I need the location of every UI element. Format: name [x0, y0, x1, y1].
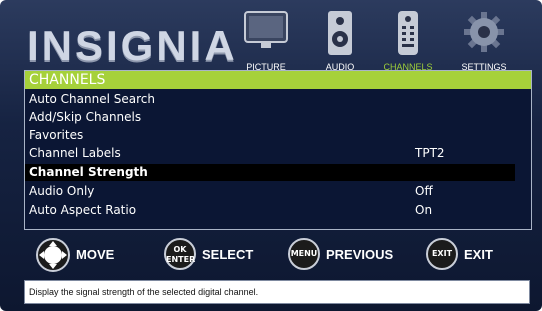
menu-item-favorites[interactable]: Favorites — [25, 127, 515, 144]
tv-menu-screen: INSIGNIA PICTURE AUDIO CHANNELS SETTINGS… — [0, 0, 542, 311]
exit-button-icon: EXIT — [426, 238, 458, 270]
tv-icon — [244, 11, 288, 48]
menu-item-add-skip-channels[interactable]: Add/Skip Channels — [25, 109, 515, 126]
menu-item-label: Add/Skip Channels — [29, 110, 142, 124]
menu-item-channel-labels[interactable]: Channel Labels TPT2 — [25, 145, 515, 162]
menu-item-value: Off — [415, 184, 433, 198]
ok-enter-button-text: OK ENTER — [166, 245, 196, 264]
menu-item-label: Auto Channel Search — [29, 92, 155, 106]
tab-audio[interactable]: AUDIO — [302, 10, 378, 72]
exit-button-text: EXIT — [431, 249, 453, 258]
dpad-icon — [36, 238, 70, 272]
remote-icon — [398, 11, 418, 55]
menu-button-icon: MENU — [288, 238, 320, 270]
gear-icon — [464, 12, 504, 52]
menu-item-label: Auto Aspect Ratio — [29, 203, 137, 217]
control-move-label: MOVE — [76, 247, 115, 262]
menu-item-label: Favorites — [29, 128, 84, 142]
menu-item-label: Channel Strength — [29, 165, 148, 179]
menu-item-label: Channel Labels — [29, 146, 121, 160]
menu-item-auto-channel-search[interactable]: Auto Channel Search — [25, 91, 515, 108]
channels-menu: CHANNELS Auto Channel Search Add/Skip Ch… — [24, 70, 532, 230]
control-select-label: SELECT — [202, 247, 254, 262]
ok-enter-button-icon: OK ENTER — [164, 238, 196, 270]
menu-item-audio-only[interactable]: Audio Only Off — [25, 183, 515, 200]
help-description: Display the signal strength of the selec… — [24, 280, 530, 304]
menu-button-text: MENU — [290, 249, 318, 258]
menu-item-label: Audio Only — [29, 184, 95, 198]
speaker-icon — [328, 11, 352, 55]
tab-picture[interactable]: PICTURE — [228, 10, 304, 72]
menu-item-auto-aspect-ratio[interactable]: Auto Aspect Ratio On — [25, 202, 515, 219]
menu-title: CHANNELS — [25, 71, 531, 89]
brand-logo: INSIGNIA — [27, 22, 238, 69]
control-previous-label: PREVIOUS — [326, 247, 394, 262]
menu-item-value: On — [415, 203, 433, 217]
control-exit-label: EXIT — [464, 247, 493, 262]
menu-item-value: TPT2 — [415, 146, 445, 160]
tab-channels[interactable]: CHANNELS — [370, 10, 446, 72]
menu-item-channel-strength[interactable]: Channel Strength — [25, 164, 515, 181]
tab-settings[interactable]: SETTINGS — [446, 10, 522, 72]
